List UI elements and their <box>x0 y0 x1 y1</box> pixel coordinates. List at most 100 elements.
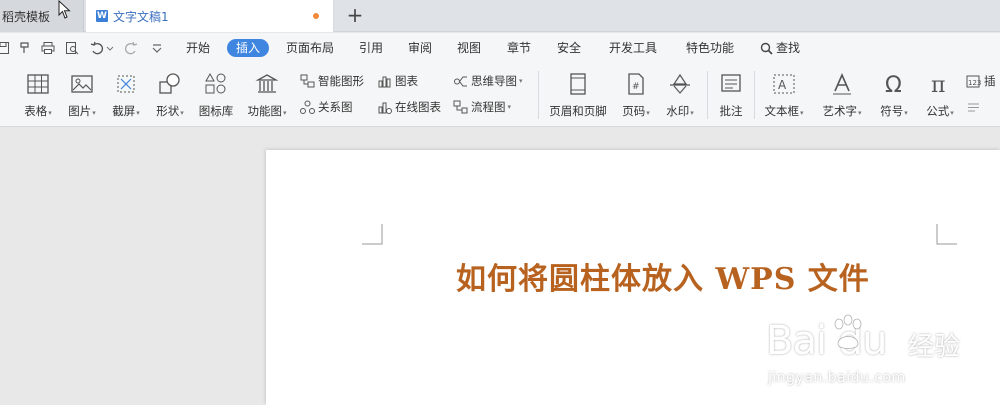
page-number-label: 页码 <box>622 104 646 118</box>
new-tab-button[interactable]: + <box>344 4 366 26</box>
table-button[interactable]: 表格▾ <box>18 67 58 123</box>
menu-references[interactable]: 引用 <box>359 39 383 57</box>
word-art-icon <box>833 73 851 95</box>
menu-special-features[interactable]: 特色功能 <box>686 39 734 57</box>
tab-document-1[interactable]: W 文字文稿1 <box>86 0 334 32</box>
menu-home[interactable]: 开始 <box>186 39 210 57</box>
unsaved-dot-icon <box>313 13 319 19</box>
picture-icon <box>71 75 93 93</box>
icon-library-label: 图标库 <box>198 104 234 118</box>
smart-art-label: 智能图形 <box>318 74 364 88</box>
menu-section[interactable]: 章节 <box>507 39 531 57</box>
insert-number-button[interactable]: 123 插 <box>966 71 996 91</box>
svg-text:A: A <box>778 78 787 92</box>
menu-review[interactable]: 审阅 <box>408 39 432 57</box>
jingyan-text: 经验 <box>908 332 961 362</box>
watermark-button[interactable]: 水印▾ <box>660 67 700 123</box>
svg-text:Ω: Ω <box>885 73 902 97</box>
baidu-jingyan-watermark: Bai du 经验 jingyan.baidu.com <box>760 300 996 400</box>
relation-chart-label: 关系图 <box>318 100 353 114</box>
page-number-icon: # <box>628 73 644 95</box>
smart-art-button[interactable]: 智能图形 <box>300 71 364 91</box>
mind-map-icon <box>454 76 467 86</box>
flowchart-label: 流程图 <box>471 100 506 114</box>
undo-dropdown-icon[interactable] <box>106 41 114 55</box>
textbox-icon: A <box>773 74 795 94</box>
shape-label: 形状 <box>156 104 180 118</box>
number-icon: 123 <box>966 75 981 87</box>
tab-label: 稻壳模板 <box>2 9 51 24</box>
print-preview-icon[interactable] <box>65 41 79 55</box>
function-chart-button[interactable]: 功能图▾ <box>244 67 290 123</box>
chart-icon <box>378 76 391 87</box>
symbol-button[interactable]: Ω 符号▾ <box>874 67 914 123</box>
print-icon[interactable] <box>41 41 55 55</box>
svg-text:#: # <box>632 82 640 92</box>
save-icon[interactable] <box>0 41 10 55</box>
relation-chart-button[interactable]: 关系图 <box>300 97 353 117</box>
comment-icon <box>721 74 741 92</box>
undo-icon[interactable] <box>90 41 104 55</box>
search-button[interactable]: 查找 <box>760 39 800 57</box>
mouse-cursor-icon <box>58 0 71 19</box>
header-footer-button[interactable]: 页眉和页脚 <box>546 67 610 123</box>
symbol-label: 符号 <box>880 104 904 118</box>
word-art-label: 艺术字 <box>822 104 857 118</box>
picture-label: 图片 <box>68 104 92 118</box>
format-painter-icon[interactable] <box>18 41 32 55</box>
svg-text:123: 123 <box>968 79 981 87</box>
chart-label: 图表 <box>395 74 418 88</box>
ribbon-separator <box>707 71 708 119</box>
online-chart-button[interactable]: 在线图表 <box>377 97 441 117</box>
tab-label: 文字文稿1 <box>113 9 169 24</box>
insert-number-label: 插 <box>984 74 996 88</box>
header-footer-label: 页眉和页脚 <box>549 104 607 118</box>
menu-page-layout[interactable]: 页面布局 <box>286 39 334 57</box>
word-art-button[interactable]: 艺术字▾ <box>816 67 868 123</box>
watermark-label: 水印 <box>666 104 690 118</box>
chart-button[interactable]: 图表 <box>377 71 418 91</box>
header-footer-icon <box>570 73 586 95</box>
function-chart-icon <box>255 74 279 93</box>
table-label: 表格 <box>24 104 48 118</box>
tab-bar: 稻壳模板 W 文字文稿1 + <box>0 0 1000 32</box>
baidu-logo: Bai du <box>766 318 888 364</box>
formula-button[interactable]: π 公式▾ <box>920 67 960 123</box>
icon-library-button[interactable]: 图标库 <box>196 67 236 123</box>
text-lines-icon <box>968 103 979 111</box>
paw-icon <box>834 314 862 349</box>
mind-map-button[interactable]: 思维导图 ▾ <box>453 71 523 91</box>
object-button[interactable] <box>966 97 984 117</box>
omega-icon: Ω <box>885 73 902 97</box>
menu-bar: 开始 插入 页面布局 引用 审阅 视图 章节 安全 开发工具 特色功能 查找 <box>0 33 1000 63</box>
watermark-icon <box>670 73 690 94</box>
search-label: 查找 <box>776 41 801 55</box>
menu-view[interactable]: 视图 <box>457 39 481 57</box>
customize-toolbar-icon[interactable] <box>150 41 164 55</box>
ribbon-separator <box>754 71 755 119</box>
pi-icon: π <box>931 73 945 97</box>
shape-icon <box>159 73 180 94</box>
margin-corner-top-right <box>936 224 957 245</box>
document-title[interactable]: 如何将圆柱体放入 WPS 文件 <box>456 254 870 298</box>
svg-text:π: π <box>931 73 945 97</box>
search-icon <box>760 42 773 55</box>
jingyan-url: jingyan.baidu.com <box>768 370 906 386</box>
page-number-button[interactable]: # 页码▾ <box>616 67 656 123</box>
menu-insert[interactable]: 插入 <box>227 39 270 57</box>
smart-art-icon <box>300 74 315 87</box>
menu-developer-tools[interactable]: 开发工具 <box>609 39 657 57</box>
redo-icon[interactable] <box>124 41 138 55</box>
online-chart-icon <box>378 102 392 114</box>
picture-button[interactable]: 图片▾ <box>62 67 102 123</box>
flowchart-button[interactable]: 流程图 ▾ <box>453 97 511 117</box>
shape-button[interactable]: 形状▾ <box>150 67 190 123</box>
textbox-button[interactable]: A 文本框▾ <box>760 67 808 123</box>
comment-button[interactable]: 批注 <box>714 67 748 123</box>
menu-security[interactable]: 安全 <box>557 39 581 57</box>
comment-label: 批注 <box>719 104 743 118</box>
icon-library-icon <box>205 72 226 94</box>
screenshot-button[interactable]: 截屏▾ <box>106 67 146 123</box>
ribbon-separator <box>538 71 539 119</box>
flowchart-icon <box>453 100 468 113</box>
